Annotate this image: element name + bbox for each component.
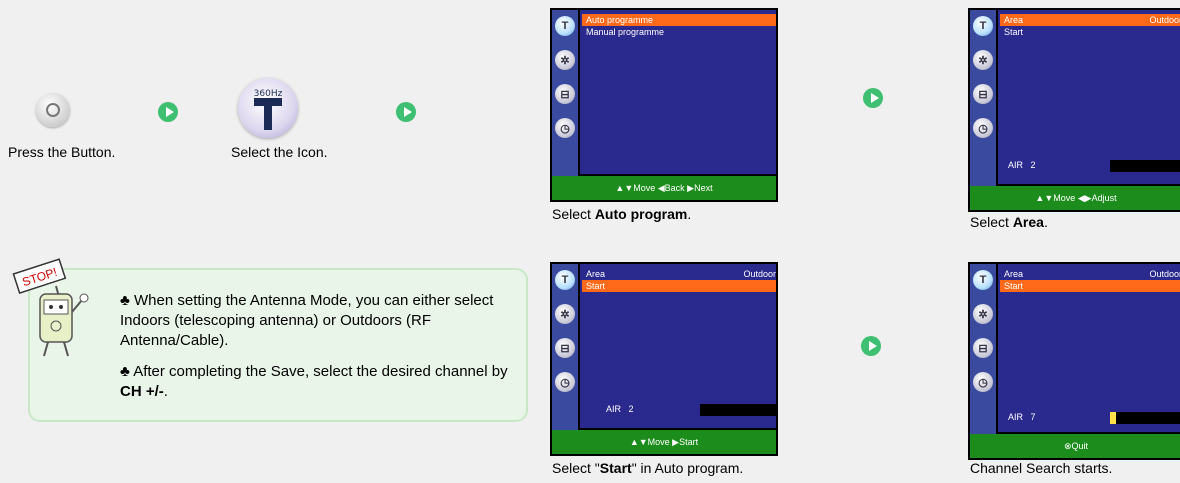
air-label: AIR <box>606 404 622 414</box>
menu-item-manual-programme[interactable]: Manual programme <box>582 26 776 38</box>
club-bullet-icon: ♣ <box>120 292 135 309</box>
caption-bold: Start <box>599 460 632 476</box>
menu-item-auto-programme[interactable]: Auto programme <box>582 14 776 26</box>
note-text: After completing the Save, select the de… <box>133 363 508 380</box>
arrow-right-icon <box>861 336 881 356</box>
settings-icon: ✲ <box>973 304 993 324</box>
press-button-caption: Press the Button. <box>8 144 116 160</box>
osd-menu: Auto programme Manual programme <box>580 10 776 174</box>
input-icon: ⊟ <box>973 338 993 358</box>
area-label: Area <box>1004 269 1024 279</box>
search-progress-fill <box>1110 412 1116 424</box>
area-value: Outdoor <box>1149 269 1180 279</box>
input-icon: ⊟ <box>973 84 993 104</box>
settings-icon: ✲ <box>555 50 575 70</box>
note-text: When setting the Antenna Mode, you can e… <box>120 292 494 349</box>
select-icon-caption: Select the Icon. <box>231 144 328 160</box>
club-bullet-icon: ♣ <box>120 363 134 380</box>
air-value: 7 <box>1030 412 1036 422</box>
menu-item-area[interactable]: Area Outdoor <box>582 268 776 280</box>
clock-icon: ◷ <box>555 372 575 392</box>
stop-mascot-icon: STOP! <box>10 256 120 362</box>
area-label: Area <box>586 269 606 279</box>
caption-text: Select <box>552 206 595 222</box>
osd-sidebar: T ✲ ⊟ ◷ <box>552 264 578 430</box>
caption-text: " in Auto program. <box>631 460 744 476</box>
arrow-right-icon <box>396 102 416 122</box>
osd-footer: ▲▼Move ▶Start <box>552 430 776 454</box>
clock-icon: ◷ <box>973 118 993 138</box>
osd-sidebar: T ✲ ⊟ ◷ <box>970 10 996 186</box>
air-channel: AIR 7 <box>1008 412 1036 422</box>
select-auto-program-caption: Select Auto program. <box>552 206 691 222</box>
osd-menu: Area Outdoor Start AIR 2 <box>580 264 776 428</box>
antenna-glyph-icon: 360Hz <box>254 89 283 130</box>
arrow-right-icon <box>863 88 883 108</box>
air-channel: AIR 2 <box>606 404 634 414</box>
search-progress-bar <box>700 404 776 416</box>
menu-item-area: Area Outdoor <box>1000 268 1180 280</box>
remote-button-icon <box>36 93 70 127</box>
air-channel: AIR 2 <box>1008 160 1036 170</box>
select-start-caption: Select "Start" in Auto program. <box>552 460 743 476</box>
antenna-icon: T <box>555 16 575 36</box>
auto-programme-screen: T ✲ ⊟ ◷ Auto programme Manual programme … <box>550 8 778 202</box>
antenna-icon: T <box>973 270 993 290</box>
caption-text: . <box>1043 214 1048 230</box>
input-icon: ⊟ <box>555 84 575 104</box>
area-screen: T ✲ ⊟ ◷ Area Outdoor Start AIR 2 ▲▼Move ◀… <box>968 8 1180 212</box>
air-value: 2 <box>1030 160 1036 170</box>
note-antenna-mode: ♣ When setting the Antenna Mode, you can… <box>120 291 510 351</box>
menu-item-start[interactable]: Start <box>1000 26 1180 38</box>
menu-item-area[interactable]: Area Outdoor <box>1000 14 1180 26</box>
osd-footer: ▲▼Move ◀▶Adjust <box>970 186 1180 210</box>
search-progress-bar <box>1110 160 1180 172</box>
area-value: Outdoor <box>743 269 776 279</box>
osd-menu: Area Outdoor Start AIR 2 <box>998 10 1180 184</box>
antenna-icon: T <box>555 270 575 290</box>
antenna-menu-icon: 360Hz <box>238 78 298 138</box>
arrow-right-icon <box>158 102 178 122</box>
antenna-icon-label: 360Hz <box>254 89 283 99</box>
area-value: Outdoor <box>1149 15 1180 25</box>
settings-icon: ✲ <box>973 50 993 70</box>
caption-text: Select " <box>552 460 600 476</box>
osd-sidebar: T ✲ ⊟ ◷ <box>970 264 996 434</box>
caption-bold: Area <box>1012 214 1044 230</box>
channel-search-caption: Channel Search starts. <box>970 460 1113 476</box>
caption-text: Select <box>970 214 1013 230</box>
menu-item-start: Start <box>1000 280 1180 292</box>
osd-menu: Area Outdoor Start AIR 7 <box>998 264 1180 432</box>
input-icon: ⊟ <box>555 338 575 358</box>
antenna-icon: T <box>973 16 993 36</box>
clock-icon: ◷ <box>973 372 993 392</box>
select-area-caption: Select Area. <box>970 214 1048 230</box>
air-value: 2 <box>628 404 634 414</box>
osd-footer: ⊗Quit <box>970 434 1180 458</box>
air-label: AIR <box>1008 160 1024 170</box>
air-label: AIR <box>1008 412 1024 422</box>
osd-sidebar: T ✲ ⊟ ◷ <box>552 10 578 176</box>
note-save-channel: ♣ After completing the Save, select the … <box>120 362 510 402</box>
clock-icon: ◷ <box>555 118 575 138</box>
menu-item-start[interactable]: Start <box>582 280 776 292</box>
channel-search-screen: T ✲ ⊟ ◷ Area Outdoor Start AIR 7 ⊗Quit <box>968 262 1180 460</box>
area-label: Area <box>1004 15 1024 25</box>
note-bold: CH +/- <box>120 383 164 400</box>
search-progress-bar <box>1110 412 1180 424</box>
caption-text: . <box>687 206 692 222</box>
caption-bold: Auto program <box>594 206 688 222</box>
start-screen: T ✲ ⊟ ◷ Area Outdoor Start AIR 2 ▲▼Move ▶… <box>550 262 778 456</box>
osd-footer: ▲▼Move ◀Back ▶Next <box>552 176 776 200</box>
settings-icon: ✲ <box>555 304 575 324</box>
note-text: . <box>163 383 168 400</box>
